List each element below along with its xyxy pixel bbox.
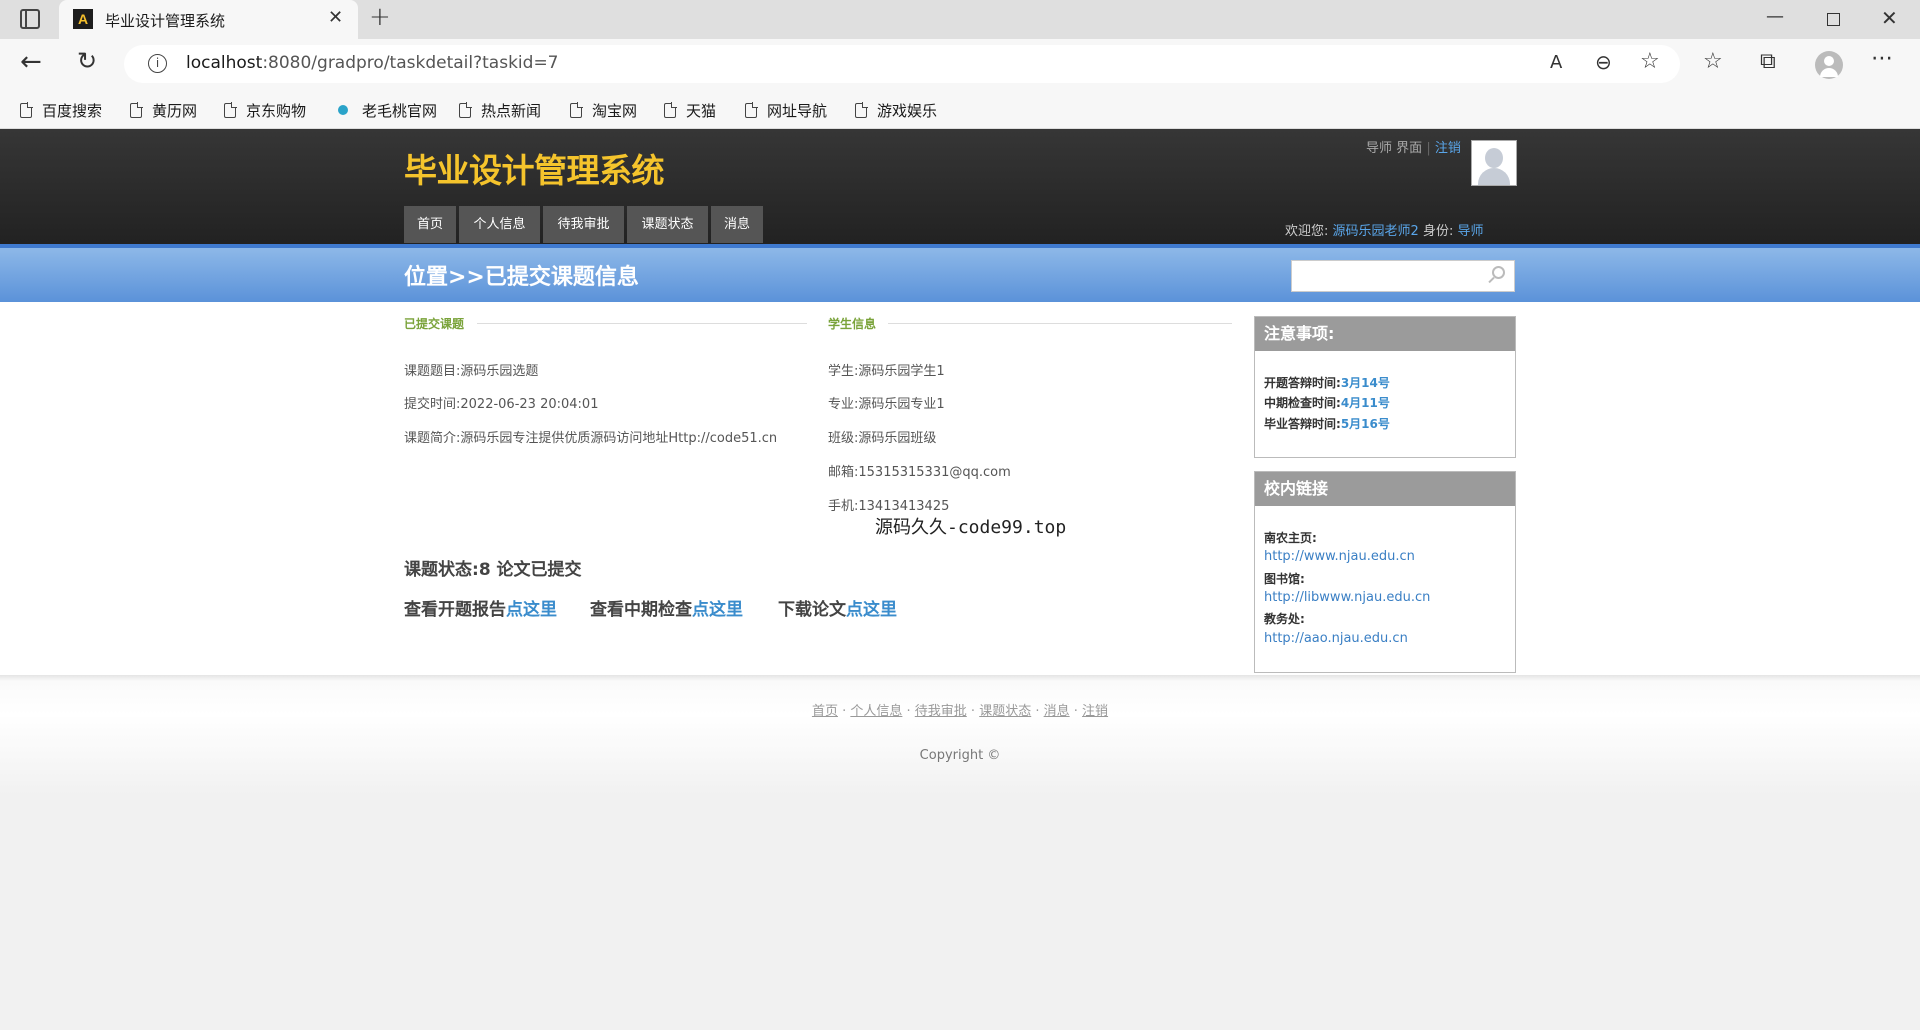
topic-heading: 已提交课题 bbox=[404, 317, 465, 331]
download-thesis-action: 下载论文点这里 bbox=[778, 600, 897, 620]
copyright: Copyright © bbox=[919, 748, 1001, 763]
new-tab-icon[interactable]: + bbox=[369, 2, 391, 32]
site-info-icon[interactable]: i bbox=[148, 54, 167, 73]
midterm-check-action: 查看中期检查点这里 bbox=[590, 600, 743, 620]
page-icon bbox=[459, 101, 472, 118]
bookmark-item[interactable]: 热点新闻 bbox=[459, 96, 541, 124]
refresh-icon[interactable]: ↻ bbox=[77, 47, 97, 75]
footer bbox=[0, 675, 1920, 795]
tab-actions-icon[interactable] bbox=[20, 9, 40, 29]
role-text: 导师 bbox=[1366, 141, 1393, 156]
page-icon bbox=[664, 101, 677, 118]
nav-pending[interactable]: 待我审批 bbox=[543, 206, 624, 243]
student-class-field: 班级:源码乐园班级 bbox=[828, 431, 937, 446]
nav-profile[interactable]: 个人信息 bbox=[459, 206, 540, 243]
top-links: 导师 界面 | 注销 bbox=[1366, 141, 1461, 156]
bookmark-item[interactable]: 淘宝网 bbox=[570, 96, 637, 124]
site-icon bbox=[338, 105, 348, 115]
identity-link[interactable]: 导师 bbox=[1457, 224, 1483, 239]
main-content bbox=[0, 302, 1920, 675]
bookmark-item[interactable]: 网址导航 bbox=[745, 96, 827, 124]
favorites-icon[interactable]: ☆ bbox=[1703, 49, 1723, 74]
link-label: 图书馆: bbox=[1264, 572, 1305, 586]
close-window-icon[interactable]: ✕ bbox=[1881, 6, 1898, 30]
watermark-text: 源码久久-code99.top bbox=[875, 517, 1067, 538]
favicon-icon: A bbox=[73, 9, 93, 29]
download-thesis-link[interactable]: 点这里 bbox=[846, 600, 897, 620]
midterm-check-link[interactable]: 点这里 bbox=[692, 600, 743, 620]
tab-title: 毕业设计管理系统 bbox=[105, 12, 226, 30]
homepage-link[interactable]: http://www.njau.edu.cn bbox=[1264, 549, 1415, 564]
footer-link-status[interactable]: 课题状态 bbox=[979, 704, 1031, 719]
page-icon bbox=[224, 101, 237, 118]
site-header bbox=[0, 129, 1920, 244]
page-icon bbox=[130, 101, 143, 118]
bookmark-item[interactable]: 京东购物 bbox=[224, 96, 306, 124]
link-label: 南农主页: bbox=[1264, 531, 1317, 545]
footer-link-logout[interactable]: 注销 bbox=[1082, 704, 1108, 719]
bookmark-item[interactable]: 天猫 bbox=[664, 96, 716, 124]
bookmark-item[interactable]: 百度搜索 bbox=[20, 96, 102, 124]
restore-icon[interactable] bbox=[1827, 13, 1840, 26]
location-title: 位置>>已提交课题信息 bbox=[404, 265, 639, 290]
minimize-icon[interactable]: — bbox=[1766, 6, 1784, 27]
notice-title: 注意事项: bbox=[1255, 317, 1515, 351]
location-bar bbox=[0, 244, 1920, 302]
bookmark-item[interactable]: 游戏娱乐 bbox=[855, 96, 937, 124]
back-icon[interactable]: ← bbox=[20, 47, 42, 77]
user-name-link[interactable]: 源码乐园老师2 bbox=[1333, 224, 1419, 239]
bookmark-item[interactable]: 老毛桃官网 bbox=[336, 96, 437, 124]
logout-link[interactable]: 注销 bbox=[1435, 141, 1461, 156]
page-type-text: 界面 bbox=[1396, 141, 1423, 156]
academic-affairs-link[interactable]: http://aao.njau.edu.cn bbox=[1264, 631, 1408, 646]
opening-report-link[interactable]: 点这里 bbox=[506, 600, 557, 620]
opening-report-action: 查看开题报告点这里 bbox=[404, 600, 557, 620]
footer-link-messages[interactable]: 消息 bbox=[1044, 704, 1070, 719]
page-icon bbox=[745, 101, 758, 118]
divider bbox=[477, 323, 807, 324]
page-icon bbox=[855, 101, 868, 118]
search-icon[interactable] bbox=[1488, 266, 1505, 284]
submit-time-field: 提交时间:2022-06-23 20:04:01 bbox=[404, 397, 599, 412]
welcome-info: 欢迎您: 源码乐园老师2 身份: 导师 bbox=[1285, 224, 1484, 239]
nav-messages[interactable]: 消息 bbox=[711, 206, 763, 243]
student-heading: 学生信息 bbox=[828, 317, 877, 331]
site-title: 毕业设计管理系统 bbox=[404, 151, 665, 190]
student-major-field: 专业:源码乐园专业1 bbox=[828, 397, 945, 412]
collections-icon[interactable]: ⧉ bbox=[1760, 49, 1776, 74]
student-name-field: 学生:源码乐园学生1 bbox=[828, 364, 945, 379]
zoom-icon[interactable]: ⊖ bbox=[1595, 50, 1612, 74]
nav-home[interactable]: 首页 bbox=[404, 206, 456, 243]
notice-row: 开题答辩时间:3月14号 bbox=[1264, 376, 1390, 390]
search-input[interactable] bbox=[1291, 260, 1515, 292]
link-label: 教务处: bbox=[1264, 612, 1305, 626]
close-tab-icon[interactable]: ✕ bbox=[328, 7, 343, 28]
avatar[interactable] bbox=[1471, 140, 1517, 186]
nav-topic-status[interactable]: 课题状态 bbox=[627, 206, 708, 243]
student-email-field: 邮箱:15315315331@qq.com bbox=[828, 465, 1011, 480]
profile-icon[interactable] bbox=[1815, 51, 1843, 79]
footer-link-home[interactable]: 首页 bbox=[812, 704, 838, 719]
page-icon bbox=[570, 101, 583, 118]
footer-link-pending[interactable]: 待我审批 bbox=[915, 704, 967, 719]
notice-row: 中期检查时间:4月11号 bbox=[1264, 396, 1390, 410]
topic-intro-field: 课题简介:源码乐园专注提供优质源码访问地址Http://code51.cn bbox=[404, 431, 778, 446]
footer-links: 首页 · 个人信息 · 待我审批 · 课题状态 · 消息 · 注销 bbox=[811, 704, 1109, 719]
read-aloud-icon[interactable]: A bbox=[1550, 52, 1562, 73]
student-phone-field: 手机:13413413425 bbox=[828, 499, 950, 514]
campus-links-title: 校内链接 bbox=[1255, 472, 1515, 506]
footer-link-profile[interactable]: 个人信息 bbox=[850, 704, 902, 719]
url-text[interactable]: localhost:8080/gradpro/taskdetail?taskid… bbox=[186, 53, 559, 73]
topic-title-field: 课题题目:源码乐园选题 bbox=[404, 364, 539, 379]
topic-status: 课题状态:8 论文已提交 bbox=[404, 560, 582, 580]
divider bbox=[888, 323, 1232, 324]
notice-row: 毕业答辩时间:5月16号 bbox=[1264, 417, 1390, 431]
more-icon[interactable]: ⋯ bbox=[1871, 46, 1893, 71]
page-icon bbox=[20, 101, 33, 118]
library-link[interactable]: http://libwww.njau.edu.cn bbox=[1264, 590, 1430, 605]
add-favorite-icon[interactable]: ☆ bbox=[1640, 49, 1660, 74]
bookmark-item[interactable]: 黄历网 bbox=[130, 96, 197, 124]
